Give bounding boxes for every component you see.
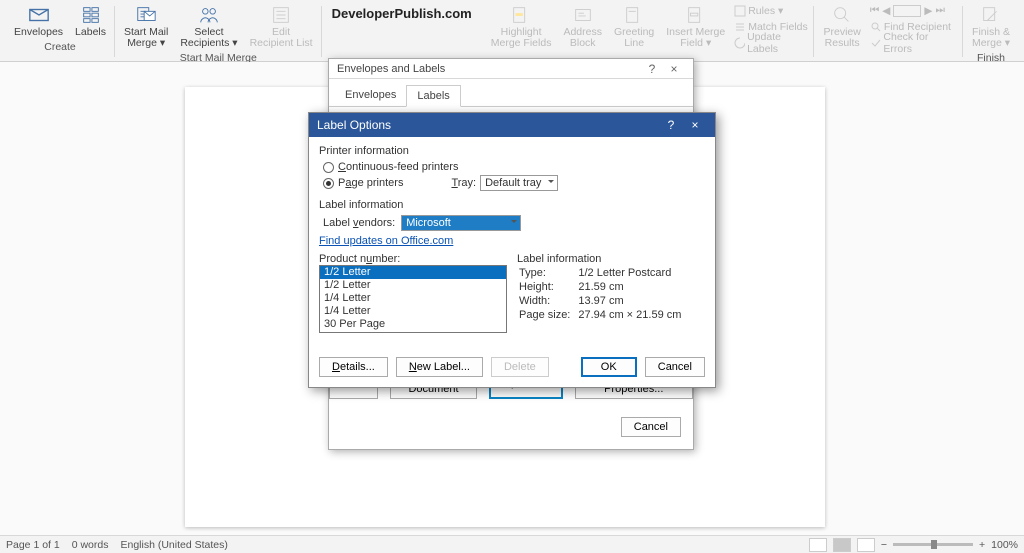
delete-button: Delete xyxy=(491,357,549,377)
ribbon: Envelopes Labels Create Start Mail Merge… xyxy=(0,0,1024,62)
recipients-icon xyxy=(198,4,220,26)
env-cancel-button[interactable]: Cancel xyxy=(621,417,681,437)
ok-button[interactable]: OK xyxy=(581,357,637,377)
brand-text: DeveloperPublish.com xyxy=(322,2,482,21)
printer-info-section: Printer information Continuous-feed prin… xyxy=(319,145,705,191)
tab-labels[interactable]: Labels xyxy=(406,85,460,107)
insert-merge-field-button: Insert Merge Field ▾ xyxy=(661,2,730,51)
labelopt-close-icon[interactable]: × xyxy=(683,118,707,132)
nav-controls: ⏮◀ ▶⏭ xyxy=(870,3,957,18)
select-recipients-button[interactable]: Select Recipients ▾ xyxy=(175,2,242,51)
label-info-table: Type:1/2 Letter Postcard Height:21.59 cm… xyxy=(517,265,689,323)
new-label-button[interactable]: New Label... xyxy=(396,357,483,377)
highlight-icon xyxy=(510,4,532,26)
finish-icon xyxy=(980,4,1002,26)
highlight-merge-fields-button: Highlight Merge Fields xyxy=(486,2,557,51)
print-layout-icon[interactable] xyxy=(833,538,851,552)
product-item[interactable]: 30 Per Page xyxy=(320,318,506,331)
labelopt-help-icon[interactable]: ? xyxy=(659,118,683,132)
preview-icon xyxy=(831,4,853,26)
details-button[interactable]: Details... xyxy=(319,357,388,377)
close-icon[interactable]: × xyxy=(663,62,685,76)
ribbon-group-startmm: Start Mail Merge ▾ Select Recipients ▾ E… xyxy=(115,2,322,61)
vendors-label: Label vendors: xyxy=(323,217,395,229)
address-icon xyxy=(572,4,594,26)
language-indicator[interactable]: English (United States) xyxy=(120,539,227,551)
tray-combobox[interactable]: Default tray xyxy=(480,175,558,191)
product-number-label: Product number: xyxy=(319,253,507,265)
label-options-dialog: Label Options ? × Printer information Co… xyxy=(308,112,716,388)
ribbon-group-preview: Preview Results ⏮◀ ▶⏭ Find Recipient Che… xyxy=(814,2,963,61)
edit-recipient-list-button: Edit Recipient List xyxy=(245,2,318,51)
edit-list-icon xyxy=(270,4,292,26)
check-icon xyxy=(870,37,882,49)
product-number-listbox[interactable]: 1/2 Letter1/2 Letter1/4 Letter1/4 Letter… xyxy=(319,265,507,333)
dialog-title: Envelopes and Labels xyxy=(337,63,641,75)
find-icon xyxy=(870,21,882,33)
page-printers-radio[interactable]: Page printers xyxy=(323,177,403,189)
envelopes-button[interactable]: Envelopes xyxy=(9,2,68,40)
label-info-section: Label information Label vendors: Microso… xyxy=(319,199,705,333)
finish-merge-button: Finish & Merge ▾ xyxy=(967,2,1015,51)
greeting-icon xyxy=(623,4,645,26)
first-record-icon: ⏮ xyxy=(870,4,879,17)
help-icon[interactable]: ? xyxy=(641,62,663,76)
web-layout-icon[interactable] xyxy=(857,538,875,552)
tray-label: Tray: xyxy=(451,177,476,189)
radio-icon xyxy=(323,178,334,189)
product-item[interactable]: 1/2 Letter xyxy=(320,279,506,292)
word-count[interactable]: 0 words xyxy=(72,539,109,551)
page-indicator[interactable]: Page 1 of 1 xyxy=(6,539,60,551)
zoom-slider[interactable] xyxy=(893,543,973,546)
product-item[interactable]: 1/4 Letter xyxy=(320,292,506,305)
labels-button[interactable]: Labels xyxy=(70,2,111,40)
last-record-icon: ⏭ xyxy=(935,4,944,17)
insert-field-icon xyxy=(685,4,707,26)
dialog-tabs: Envelopes Labels xyxy=(329,79,693,107)
preview-results-button: Preview Results xyxy=(818,2,865,51)
radio-icon xyxy=(323,162,334,173)
labelopt-cancel-button[interactable]: Cancel xyxy=(645,357,705,377)
prev-record-icon: ◀ xyxy=(882,5,890,17)
vendors-combobox[interactable]: Microsoft xyxy=(401,215,521,231)
product-item[interactable]: 1/4 Letter xyxy=(320,305,506,318)
tab-envelopes[interactable]: Envelopes xyxy=(335,85,406,106)
status-bar: Page 1 of 1 0 words English (United Stat… xyxy=(0,535,1024,553)
address-block-button: Address Block xyxy=(558,2,607,51)
read-mode-icon[interactable] xyxy=(809,538,827,552)
product-item[interactable]: 30 Per Page xyxy=(320,331,506,332)
labelopt-title: Label Options xyxy=(317,118,659,132)
label-info-heading: Label information xyxy=(517,253,705,265)
next-record-icon: ▶ xyxy=(924,5,932,17)
check-errors-button: Check for Errors xyxy=(870,35,957,50)
product-item[interactable]: 1/2 Letter xyxy=(320,266,506,279)
update-icon xyxy=(734,37,745,49)
find-updates-link[interactable]: Find updates on Office.com xyxy=(319,235,453,247)
greeting-line-button: Greeting Line xyxy=(609,2,659,51)
envelope-icon xyxy=(28,4,50,26)
continuous-printers-radio[interactable]: Continuous-feed printers xyxy=(323,161,705,173)
zoom-in-icon[interactable]: + xyxy=(979,539,985,551)
ribbon-group-write: Highlight Merge Fields Address Block Gre… xyxy=(482,2,815,61)
update-labels-button: Update Labels xyxy=(734,35,808,50)
zoom-level[interactable]: 100% xyxy=(991,539,1018,551)
match-icon xyxy=(734,21,746,33)
labels-icon xyxy=(80,4,102,26)
ribbon-group-create: Envelopes Labels Create xyxy=(5,2,115,61)
ribbon-group-finish: Finish & Merge ▾ Finish xyxy=(963,2,1019,61)
zoom-out-icon[interactable]: − xyxy=(881,539,887,551)
mailmerge-icon xyxy=(135,4,157,26)
start-mail-merge-button[interactable]: Start Mail Merge ▾ xyxy=(119,2,173,51)
rules-button: Rules ▾ xyxy=(734,3,808,18)
rules-icon xyxy=(734,5,746,17)
